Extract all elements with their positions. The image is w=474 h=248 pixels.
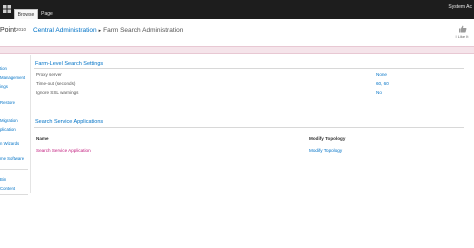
farm-settings-title: Farm-Level Search Settings: [35, 61, 104, 67]
i-like-it-button[interactable]: I Like It: [453, 25, 471, 39]
nav-item-central-administration[interactable]: tion: [0, 66, 30, 71]
nav-item-recycle-bin[interactable]: Bin: [0, 177, 30, 182]
nav-item-application-management[interactable]: Management: [0, 75, 30, 80]
sharepoint-logo[interactable]: Point2010: [0, 27, 26, 34]
column-header-modify-topology: Modify Topology: [309, 136, 346, 141]
proxy-server-label: Proxy server: [36, 72, 62, 77]
section-divider: [34, 127, 464, 128]
column-header-name: Name: [36, 136, 49, 141]
nav-item-configuration-wizards[interactable]: n Wizards: [0, 141, 30, 146]
status-bar: [0, 46, 474, 54]
tab-page[interactable]: Page: [38, 9, 56, 19]
nav-divider: [0, 194, 28, 195]
quick-launch: tion Management ings Restore Migration p…: [0, 55, 30, 248]
timeout-value[interactable]: 60, 60: [376, 81, 389, 86]
service-apps-title: Search Service Applications: [35, 119, 104, 125]
nav-item-install-software[interactable]: me Software: [0, 156, 30, 161]
breadcrumb-separator-icon: ▸: [98, 28, 102, 34]
nav-item-all-site-content[interactable]: Content: [0, 186, 30, 191]
i-like-it-label: I Like It: [455, 34, 469, 39]
brand-name: Point: [0, 27, 16, 34]
site-actions-icon[interactable]: [3, 5, 11, 13]
nav-item-upgrade-migration[interactable]: Migration: [0, 118, 30, 123]
proxy-server-value[interactable]: None: [376, 72, 387, 77]
timeout-label: Time-out (seconds): [36, 81, 76, 86]
nav-divider: [0, 169, 28, 170]
search-service-application-link[interactable]: Search Service Application: [36, 148, 91, 153]
user-menu[interactable]: System Ac: [448, 4, 472, 10]
breadcrumb-root[interactable]: Central Administration: [33, 27, 97, 34]
ignore-ssl-value[interactable]: No: [376, 90, 382, 95]
ribbon-bar: Browse Page System Ac: [0, 0, 474, 20]
nav-item-backup-restore[interactable]: Restore: [0, 100, 30, 105]
nav-separator: [30, 55, 31, 193]
ignore-ssl-label: Ignore SSL warnings: [36, 90, 79, 95]
thumbs-up-icon: [458, 25, 466, 33]
nav-item-system-settings[interactable]: ings: [0, 84, 30, 89]
page-header: Point2010 Central Administration ▸ Farm Se…: [0, 19, 474, 45]
brand-version: 2010: [15, 27, 26, 32]
page-title: Farm Search Administration: [103, 27, 184, 34]
modify-topology-link[interactable]: Modify Topology: [309, 148, 342, 153]
nav-item-general-application-settings[interactable]: plication: [0, 127, 30, 132]
breadcrumb: Central Administration ▸ Farm Search Admin…: [33, 27, 183, 34]
section-divider: [34, 68, 464, 69]
